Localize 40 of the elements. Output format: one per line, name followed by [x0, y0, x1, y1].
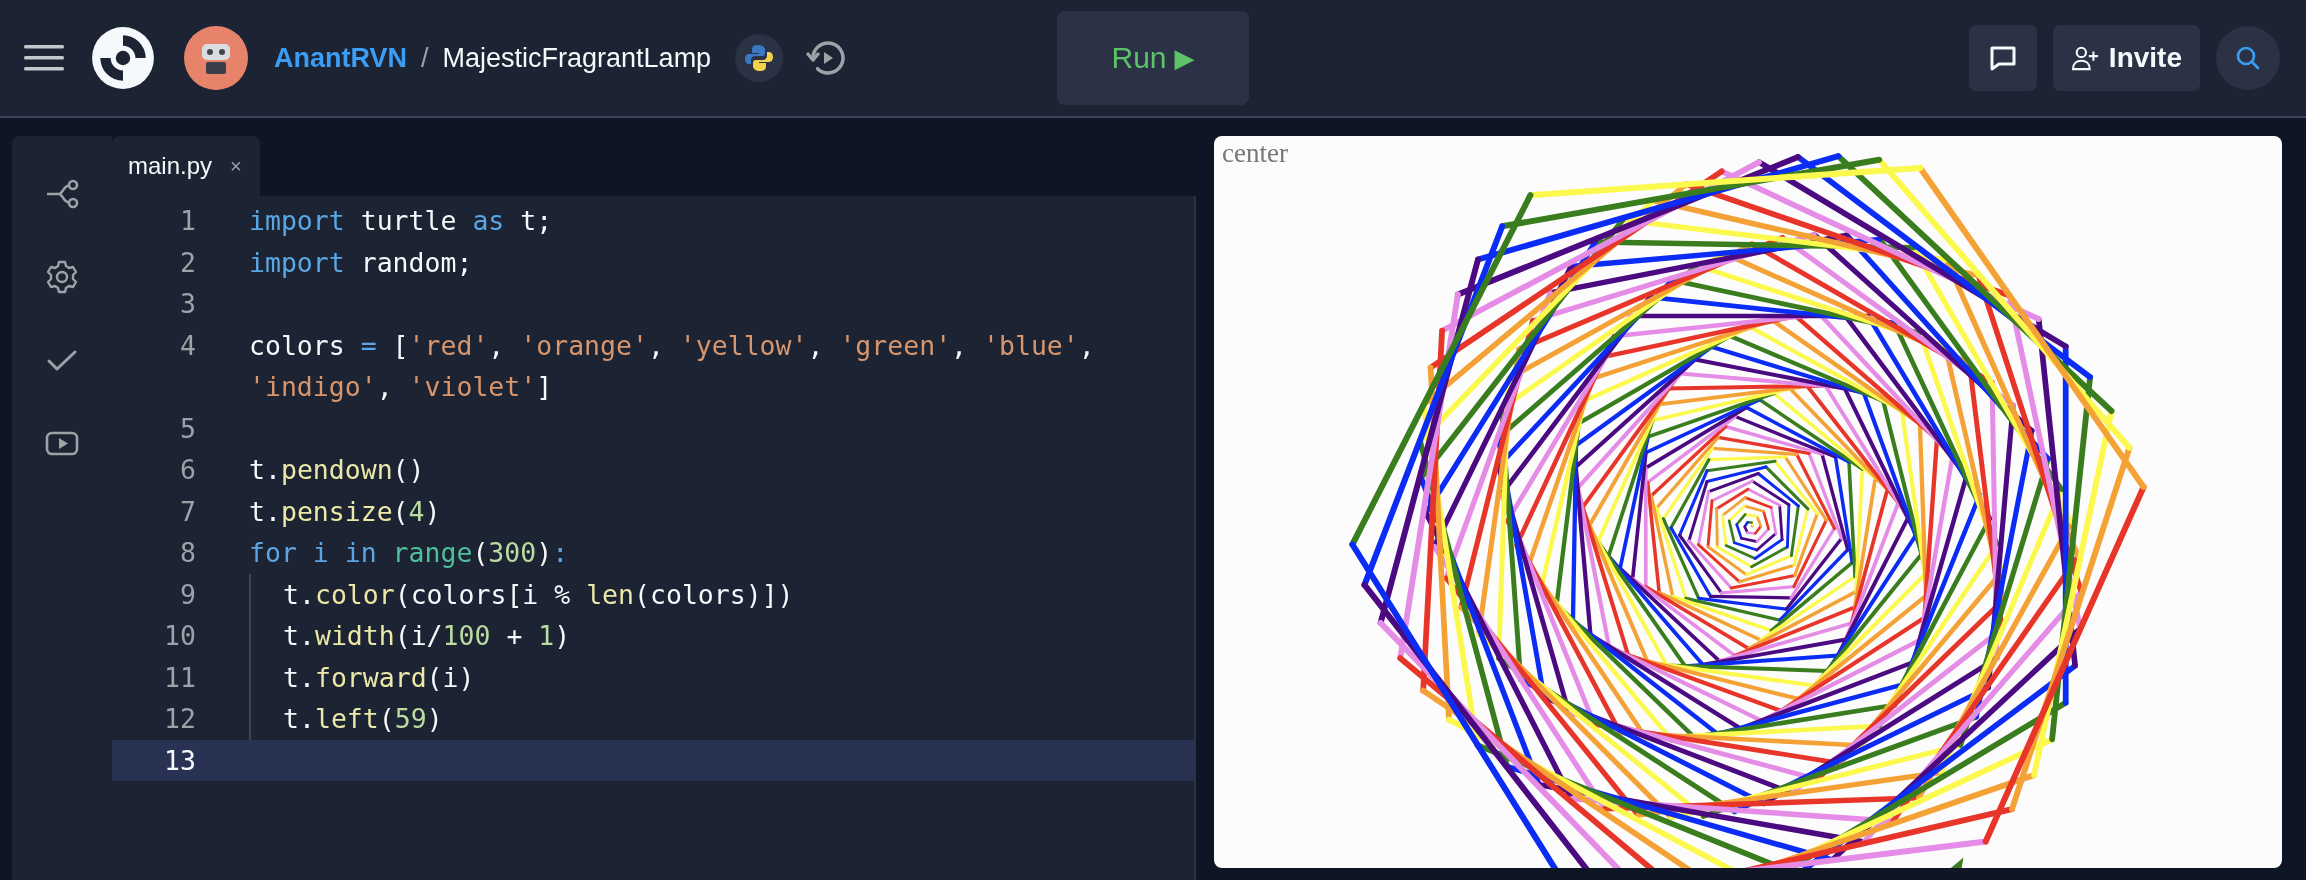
code-line: for i in range(300): — [249, 536, 569, 570]
code-line: t.forward(i) — [283, 660, 475, 695]
code-line: t.width(i/100 + 1) — [283, 619, 571, 653]
line-number: 10 — [163, 619, 196, 653]
line-number: 7 — [179, 494, 196, 529]
logo-icon[interactable] — [90, 25, 156, 91]
line-number: 1 — [179, 204, 196, 238]
line-number: 12 — [163, 702, 196, 736]
code-line: t.color(colors[i % len(colors)]) — [283, 577, 794, 612]
code-line: colors = ['red', 'orange', 'yellow', 'green', 'blue', — [249, 328, 1095, 363]
code-line: t.left(59) — [283, 702, 443, 736]
code-line: t.pensize(4) — [249, 494, 441, 529]
avatar[interactable] — [184, 26, 248, 90]
project-name[interactable]: MajesticFragrantLamp — [442, 42, 712, 74]
line-number: 3 — [179, 287, 196, 321]
language-icon[interactable] — [735, 34, 784, 82]
code-line: import turtle as t; — [249, 204, 553, 238]
canvas-label: center — [1222, 138, 1288, 169]
line-number: 11 — [163, 660, 196, 695]
line-number: 13 — [163, 743, 196, 778]
file-tab[interactable]: main.py × — [112, 136, 260, 196]
add-user-icon — [2070, 45, 2101, 71]
line-number: 8 — [179, 536, 196, 570]
line-number: 9 — [179, 577, 196, 612]
line-number: 5 — [179, 411, 196, 446]
close-tab-button[interactable]: × — [230, 154, 242, 178]
breadcrumb-separator: / — [421, 42, 429, 74]
run-button[interactable]: Run ▶ — [1057, 11, 1249, 105]
invite-button[interactable]: Invite — [2052, 25, 2200, 91]
settings-icon[interactable] — [44, 259, 80, 295]
code-line: import random; — [249, 245, 473, 280]
line-number: 4 — [179, 328, 196, 363]
chat-button[interactable] — [1968, 25, 2037, 91]
search-icon — [2234, 44, 2262, 72]
code-line: t.pendown() — [249, 453, 425, 487]
username-link[interactable]: AnantRVN — [274, 42, 407, 74]
line-number: 2 — [179, 245, 196, 280]
menu-icon[interactable] — [24, 43, 64, 73]
code-line: 'indigo', 'violet'] — [249, 370, 554, 404]
line-number: 6 — [179, 453, 196, 487]
